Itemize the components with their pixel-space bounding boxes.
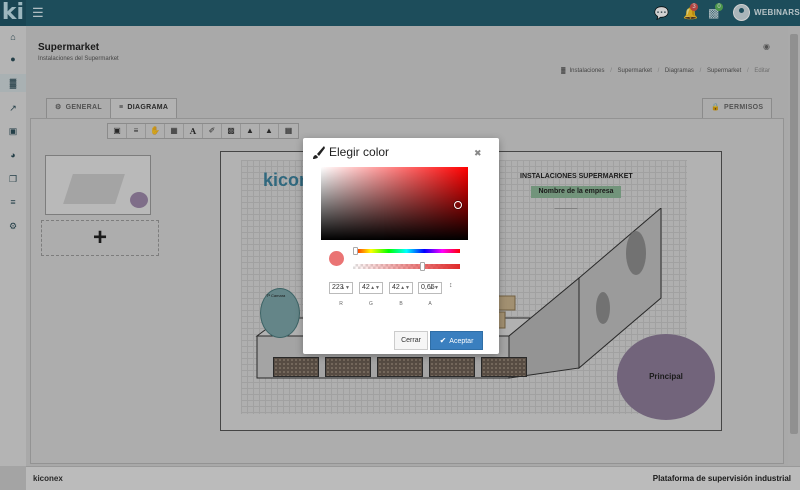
accept-button[interactable]: ✔ Aceptar (430, 331, 483, 350)
paintbrush-icon (313, 146, 325, 159)
green-value: 42 (362, 284, 370, 291)
spinner-icon[interactable]: ▲▼ (429, 283, 439, 293)
cancel-button[interactable]: Cerrar (394, 331, 428, 350)
red-input[interactable]: 223 ▲▼ (329, 282, 353, 294)
alpha-slider[interactable] (353, 264, 460, 269)
check-icon: ✔ (439, 336, 447, 345)
blue-input[interactable]: 42 ▲▼ (389, 282, 413, 294)
hue-slider[interactable] (353, 249, 460, 253)
blue-value: 42 (392, 284, 400, 291)
color-picker-dialog: Elegir color ✖ 223 ▲▼ 42 ▲▼ 42 ▲▼ 0,65 ▲▼ ↕ … (303, 138, 499, 354)
spinner-icon[interactable]: ▲▼ (370, 283, 380, 293)
hue-slider-handle[interactable] (353, 247, 358, 255)
sv-cursor[interactable] (454, 201, 462, 209)
green-label: G (369, 301, 373, 307)
red-label: R (339, 301, 343, 307)
saturation-value-picker[interactable] (321, 167, 468, 240)
color-preview-swatch (329, 251, 344, 266)
spinner-icon[interactable]: ▲▼ (340, 283, 350, 293)
close-icon[interactable]: ✖ (474, 148, 482, 159)
dialog-title: Elegir color (329, 145, 390, 159)
spinner-icon[interactable]: ▲▼ (400, 283, 410, 293)
alpha-input[interactable]: 0,65 ▲▼ (418, 282, 442, 294)
green-input[interactable]: 42 ▲▼ (359, 282, 383, 294)
format-toggle-icon[interactable]: ↕ (449, 282, 453, 289)
accept-label: Aceptar (449, 338, 474, 345)
alpha-slider-handle[interactable] (420, 262, 425, 271)
alpha-label: A (428, 301, 432, 307)
blue-label: B (399, 301, 403, 307)
